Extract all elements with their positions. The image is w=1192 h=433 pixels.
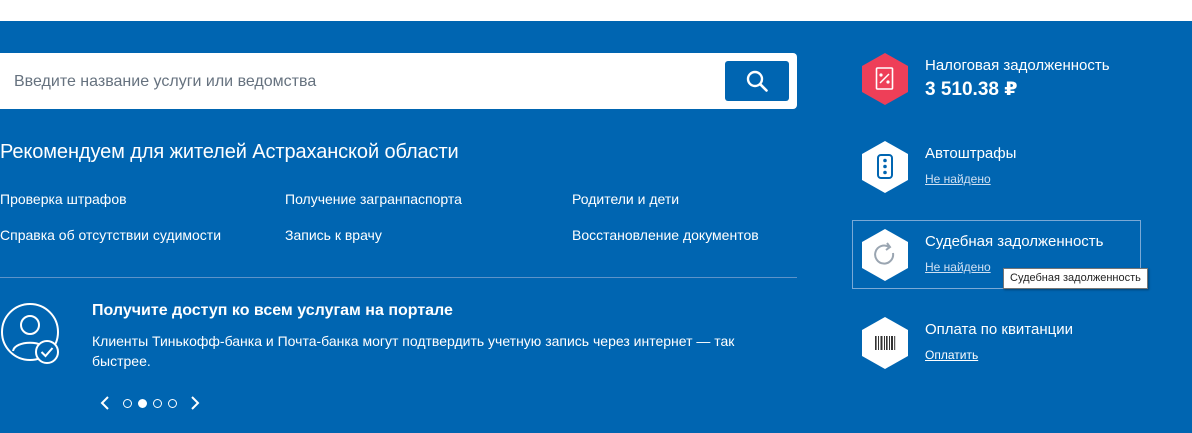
service-tax-debt[interactable]: Налоговая задолженность 3 510.38 ₽ <box>860 52 1160 106</box>
search-bar <box>0 53 797 109</box>
tax-document-icon <box>860 52 910 106</box>
court-status-link[interactable]: Не найдено <box>925 260 991 274</box>
service-receipt-payment[interactable]: Оплата по квитанции Оплатить <box>860 316 1160 370</box>
fines-status-link[interactable]: Не найдено <box>925 172 991 186</box>
carousel-dot-4[interactable] <box>168 398 177 408</box>
link-documents-restore[interactable]: Восстановление документов <box>572 227 759 243</box>
link-criminal-record[interactable]: Справка об отсутствии судимости <box>0 227 221 243</box>
service-auto-fines[interactable]: Автоштрафы Не найдено <box>860 140 1160 194</box>
service-title: Налоговая задолженность <box>925 57 1110 74</box>
link-doctor-appointment[interactable]: Запись к врачу <box>285 227 382 243</box>
pay-link[interactable]: Оплатить <box>925 348 978 362</box>
carousel-dot-1[interactable] <box>123 398 132 408</box>
service-title: Оплата по квитанции <box>925 321 1073 338</box>
search-button[interactable] <box>725 61 789 101</box>
user-check-icon <box>0 302 62 364</box>
chevron-right-icon[interactable] <box>188 394 202 412</box>
tax-amount: 3 510.38 ₽ <box>925 79 1018 100</box>
link-passport[interactable]: Получение загранпаспорта <box>285 191 462 207</box>
carousel-controls <box>98 394 202 412</box>
tooltip: Судебная задолженность <box>1003 268 1148 289</box>
service-title: Автоштрафы <box>925 145 1017 162</box>
carousel-dot-2[interactable] <box>138 398 147 408</box>
link-fines-check[interactable]: Проверка штрафов <box>0 191 127 207</box>
refresh-icon <box>860 228 910 282</box>
section-divider <box>0 277 797 278</box>
search-icon <box>746 70 768 92</box>
promo-title: Получите доступ ко всем услугам на порта… <box>92 302 453 319</box>
traffic-light-icon <box>860 140 910 194</box>
barcode-icon <box>860 316 910 370</box>
recommendations-title: Рекомендуем для жителей Астраханской обл… <box>0 141 459 163</box>
promo-text: Клиенты Тинькофф-банка и Почта-банка мог… <box>92 333 735 369</box>
link-parents-children[interactable]: Родители и дети <box>572 191 679 207</box>
chevron-left-icon[interactable] <box>98 394 112 412</box>
service-title: Судебная задолженность <box>925 233 1104 250</box>
carousel-dot-3[interactable] <box>153 398 162 408</box>
search-input[interactable] <box>12 61 716 103</box>
top-bar <box>0 0 1192 21</box>
